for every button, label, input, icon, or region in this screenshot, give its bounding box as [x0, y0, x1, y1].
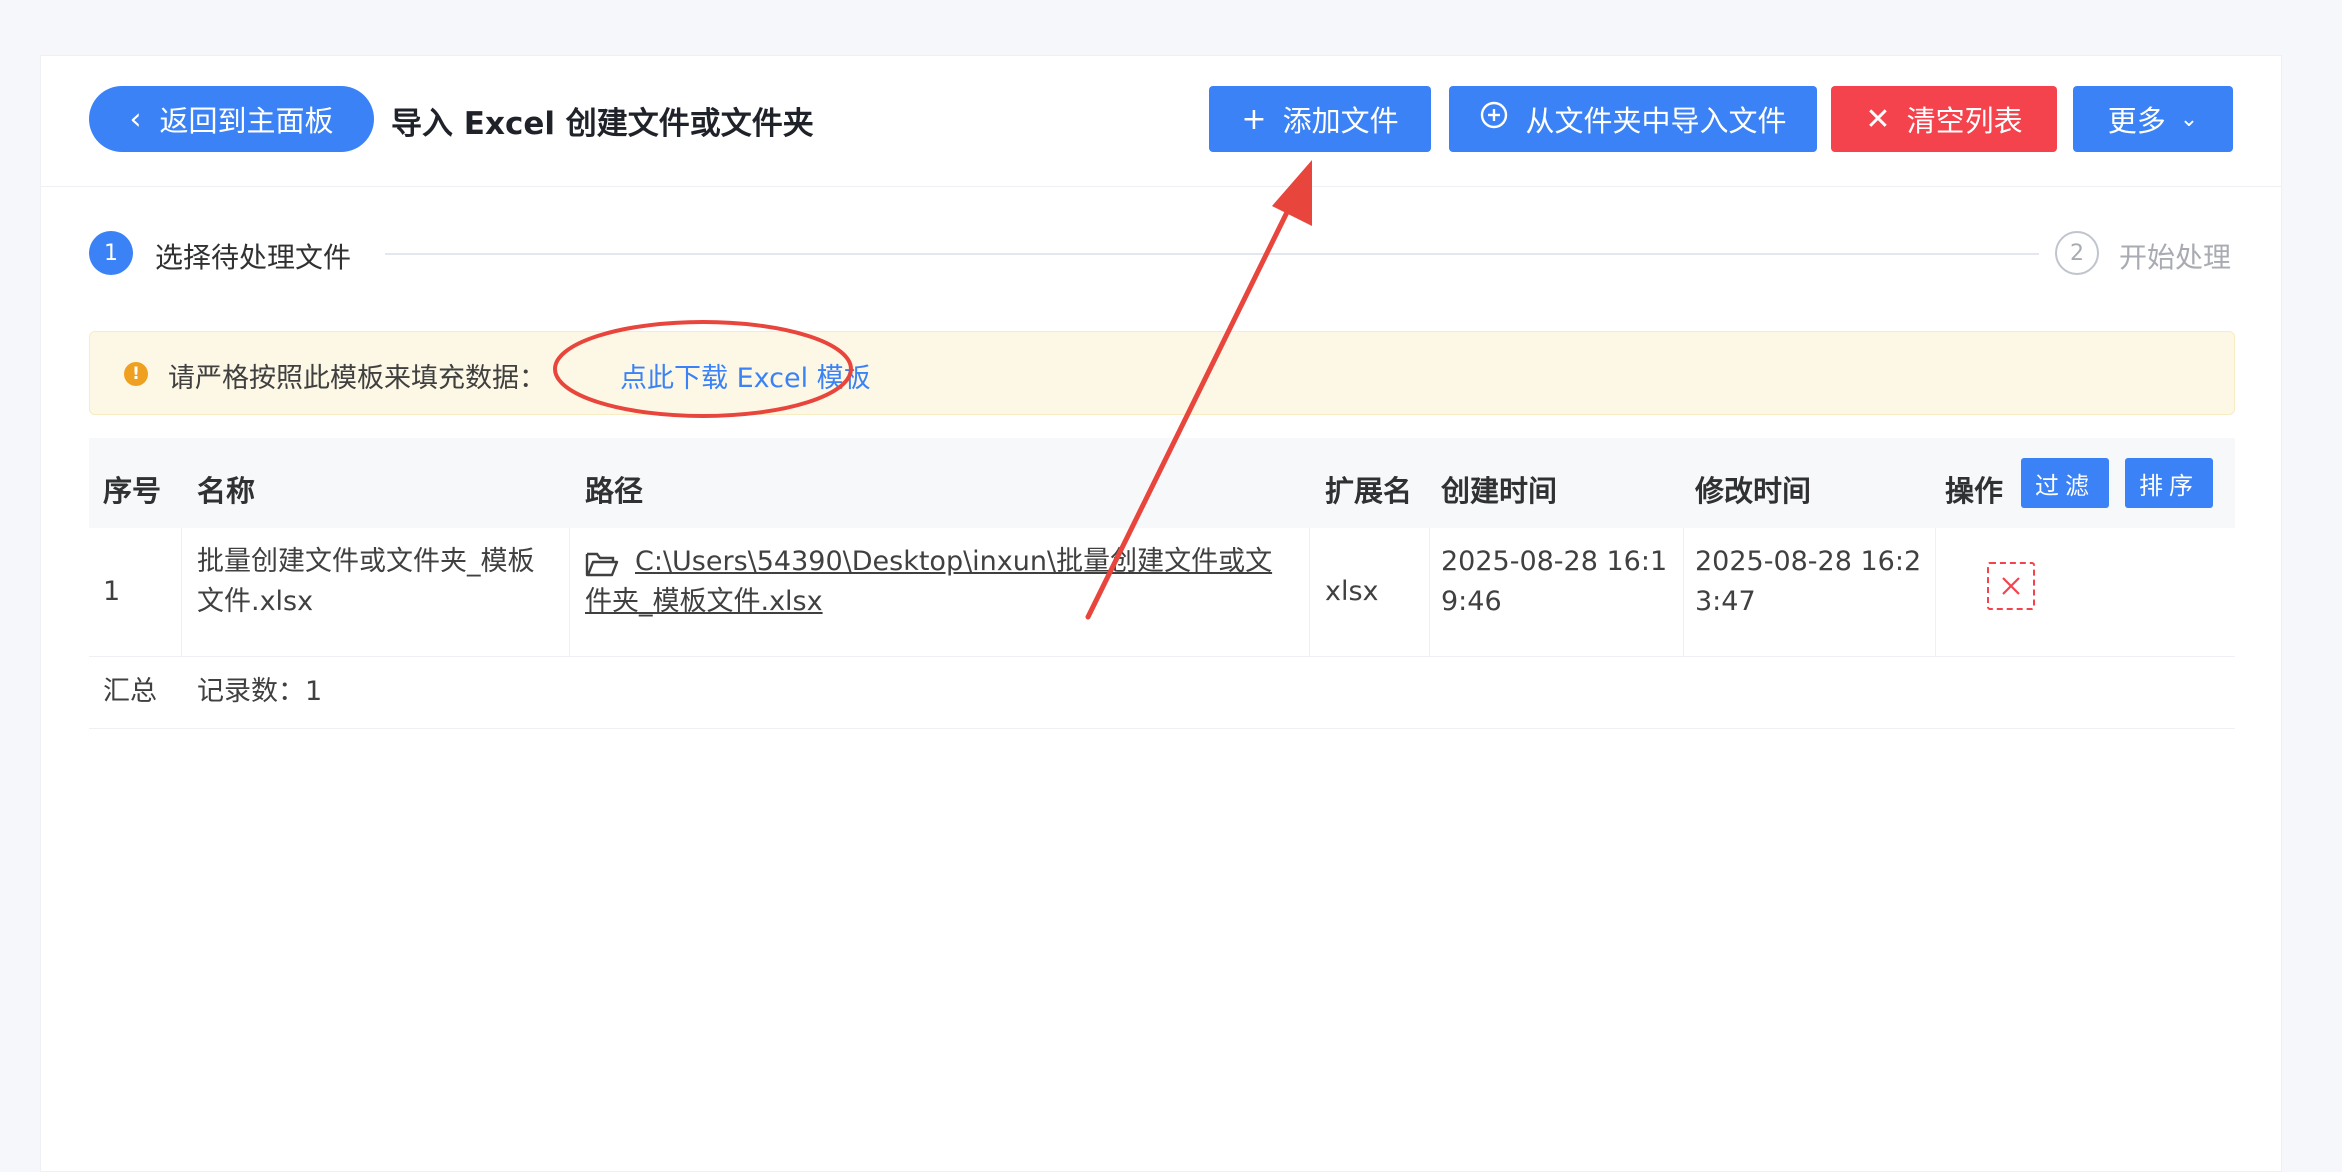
import-from-folder-button[interactable]: 从文件夹中导入文件 [1449, 86, 1817, 152]
step-1-label: 选择待处理文件 [155, 241, 352, 274]
row-modified-line-2: 3:47 [1695, 586, 1756, 617]
row-index: 1 [103, 576, 121, 607]
circle-plus-icon [1479, 100, 1509, 138]
record-count: 记录数：1 [197, 676, 323, 707]
close-icon: ✕ [1865, 101, 1891, 137]
row-modified-line-1: 2025-08-28 16:2 [1695, 546, 1922, 577]
import-from-folder-label: 从文件夹中导入文件 [1525, 104, 1787, 138]
header-modified-time: 修改时间 [1695, 474, 1812, 508]
chevron-down-icon: ⌄ [2179, 106, 2199, 132]
row-modified-time: 2025-08-28 16:2 3:47 [1695, 542, 1921, 622]
column-divider [1935, 528, 1936, 656]
row-name: 批量创建文件或文件夹_模板 文件.xlsx [197, 542, 557, 622]
column-divider [1429, 528, 1430, 656]
steps-indicator: 1 选择待处理文件 2 开始处理 [89, 228, 2235, 278]
table-row[interactable]: 1 批量创建文件或文件夹_模板 文件.xlsx C:\Users\54390\D… [89, 528, 2235, 657]
back-to-dashboard-button[interactable]: ‹ 返回到主面板 [89, 86, 374, 152]
step-2-label: 开始处理 [2119, 241, 2232, 274]
notice-text: 请严格按照此模板来填充数据： [168, 363, 546, 394]
header-name: 名称 [197, 474, 256, 508]
row-path-link[interactable]: C:\Users\54390\Desktop\inxun\批量创建文件或文 件夹… [585, 542, 1295, 622]
row-created-line-2: 9:46 [1441, 586, 1502, 617]
chevron-left-icon: ‹ [129, 101, 142, 137]
column-divider [1309, 528, 1310, 656]
step-1-number: 1 [89, 231, 133, 275]
header-extension: 扩展名 [1325, 474, 1413, 508]
close-icon [2002, 577, 2020, 595]
summary-label: 汇总 [103, 676, 157, 707]
step-2-number: 2 [2055, 231, 2099, 275]
delete-row-button[interactable] [1987, 562, 2035, 610]
header-action: 操作 [1945, 474, 2004, 508]
step-connector [385, 253, 2039, 255]
clear-list-label: 清空列表 [1906, 104, 2023, 138]
back-button-label: 返回到主面板 [159, 104, 334, 138]
add-file-button[interactable]: + 添加文件 [1209, 86, 1431, 152]
table-header: 序号 名称 路径 扩展名 创建时间 修改时间 操作 过滤 排序 [89, 438, 2235, 528]
plus-icon: + [1241, 101, 1267, 137]
row-name-line-1: 批量创建文件或文件夹_模板 [197, 546, 535, 577]
row-name-line-2: 文件.xlsx [197, 586, 314, 617]
more-label: 更多 [2107, 104, 2166, 138]
row-created-time: 2025-08-28 16:1 9:46 [1441, 542, 1667, 622]
template-notice: ! 请严格按照此模板来填充数据： 点此下载 Excel 模板 [89, 331, 2235, 415]
toolbar: ‹ 返回到主面板 导入 Excel 创建文件或文件夹 + 添加文件 从文件夹中导… [41, 56, 2281, 187]
filter-button[interactable]: 过滤 [2021, 458, 2109, 508]
column-divider [569, 528, 570, 656]
column-divider [181, 528, 182, 656]
page-title: 导入 Excel 创建文件或文件夹 [391, 106, 814, 142]
row-created-line-1: 2025-08-28 16:1 [1441, 546, 1668, 577]
header-path: 路径 [585, 474, 644, 508]
row-path-line-1: C:\Users\54390\Desktop\inxun\批量创建文件或文 [635, 546, 1273, 577]
clear-list-button[interactable]: ✕ 清空列表 [1831, 86, 2057, 152]
column-divider [1683, 528, 1684, 656]
row-extension: xlsx [1325, 576, 1379, 607]
table-summary: 汇总 记录数：1 [89, 656, 2235, 729]
row-path-line-2: 件夹_模板文件.xlsx [585, 586, 823, 617]
header-index: 序号 [103, 474, 162, 508]
main-panel: ‹ 返回到主面板 导入 Excel 创建文件或文件夹 + 添加文件 从文件夹中导… [40, 55, 2282, 1172]
warning-icon: ! [124, 362, 148, 386]
annotation-circle [553, 320, 853, 418]
sort-button[interactable]: 排序 [2125, 458, 2213, 508]
add-file-label: 添加文件 [1282, 104, 1399, 138]
more-dropdown-button[interactable]: 更多 ⌄ [2073, 86, 2233, 152]
header-created-time: 创建时间 [1441, 474, 1558, 508]
